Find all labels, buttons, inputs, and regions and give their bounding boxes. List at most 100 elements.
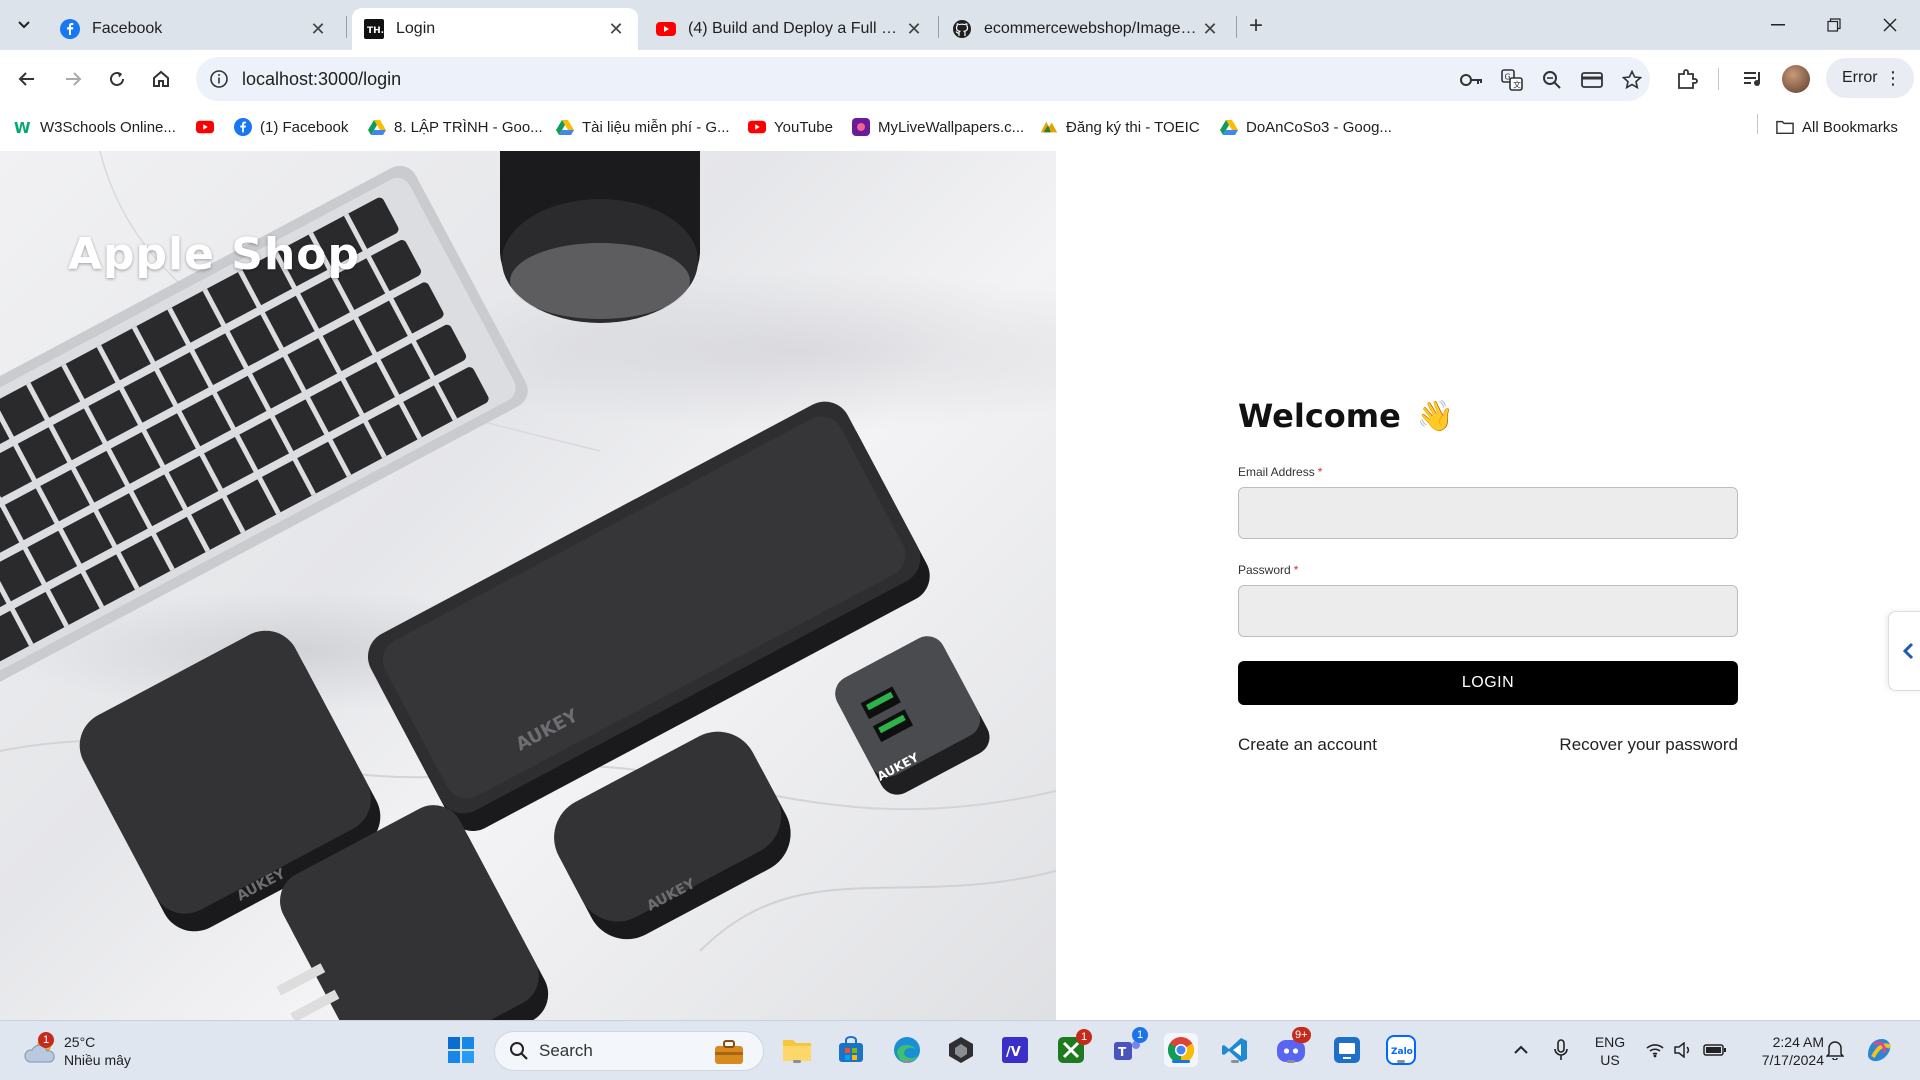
brand-logo[interactable]: Apple Shop — [68, 229, 360, 280]
playlist-icon — [1744, 72, 1760, 86]
xbox-button[interactable]: 1 — [1054, 1029, 1092, 1067]
url-text: localhost:3000/login — [242, 69, 402, 89]
bookmarks-bar: W W3Schools Online... (1) Facebook 8. LẬ… — [0, 108, 1920, 151]
profile-avatar[interactable] — [1782, 65, 1810, 93]
edge-button[interactable] — [890, 1033, 924, 1067]
site-info-icon[interactable] — [204, 64, 234, 94]
bookmark-youtube-icon-only[interactable] — [196, 118, 222, 136]
xbox-badge: 1 — [1076, 1029, 1092, 1045]
notifications-button[interactable] — [1818, 1033, 1852, 1067]
chrome-button[interactable] — [1164, 1033, 1198, 1067]
bookmark-facebook[interactable]: (1) Facebook — [234, 118, 348, 136]
bookmark-star-icon[interactable] — [1620, 69, 1644, 91]
remote-desktop-button[interactable] — [1330, 1033, 1364, 1067]
reload-button[interactable] — [100, 62, 134, 96]
show-hidden-icons-button[interactable] — [1504, 1033, 1538, 1067]
close-tab-icon[interactable]: ✕ — [308, 19, 328, 39]
side-panel-toggle[interactable] — [1888, 611, 1920, 691]
zalo-button[interactable]: Zalo — [1384, 1033, 1418, 1067]
vscode-button[interactable] — [1218, 1033, 1252, 1067]
monitor-icon — [1334, 1037, 1360, 1063]
svg-text:/V: /V — [1006, 1045, 1021, 1060]
tab-github[interactable]: ecommercewebshop/Images Di ✕ — [940, 8, 1232, 50]
forward-button[interactable] — [56, 62, 90, 96]
tab-title: Facebook — [92, 20, 163, 37]
store-icon — [839, 1036, 863, 1062]
password-field[interactable] — [1238, 585, 1738, 637]
clock[interactable]: 2:24 AM 7/17/2024 — [1744, 1033, 1824, 1069]
minimize-button[interactable] — [1750, 0, 1806, 50]
visual-studio-button[interactable]: /V — [998, 1033, 1032, 1067]
start-button[interactable] — [444, 1033, 478, 1067]
required-mark: * — [1317, 465, 1323, 479]
bookmark-toeic[interactable]: Đăng ký thi - TOEIC — [1040, 118, 1200, 136]
tab-search-button[interactable] — [6, 9, 42, 41]
profile-error-button[interactable]: Error ⋮ — [1826, 58, 1914, 98]
restore-button[interactable] — [1806, 0, 1862, 50]
password-key-icon[interactable] — [1460, 69, 1484, 91]
microphone-button[interactable] — [1544, 1033, 1578, 1067]
chevron-down-icon — [18, 21, 30, 29]
language-indicator[interactable]: ENG US — [1592, 1033, 1628, 1069]
file-explorer-button[interactable] — [780, 1033, 814, 1067]
login-button[interactable]: LOGIN — [1238, 661, 1738, 705]
battery-button[interactable] — [1698, 1033, 1732, 1067]
weather-widget[interactable]: 1 25°C Nhiều mây — [24, 1032, 131, 1069]
error-label: Error — [1842, 69, 1878, 86]
home-button[interactable] — [144, 62, 178, 96]
minimize-icon — [1771, 24, 1785, 26]
recover-password-link[interactable]: Recover your password — [1559, 735, 1738, 755]
weather-temp: 25°C — [64, 1034, 96, 1050]
unity-hub-button[interactable] — [944, 1033, 978, 1067]
language-code: ENG — [1594, 1034, 1626, 1050]
discord-button[interactable]: 9+ — [1274, 1027, 1311, 1067]
bookmark-doancoso3[interactable]: DoAnCoSo3 - Goog... — [1220, 118, 1392, 136]
tab-facebook[interactable]: Facebook ✕ — [48, 8, 340, 50]
close-tab-icon[interactable]: ✕ — [904, 19, 924, 39]
media-controls-button[interactable] — [1736, 62, 1770, 96]
taskbar-search[interactable]: Search — [494, 1031, 764, 1071]
address-bar[interactable]: localhost:3000/login G文 — [196, 57, 1650, 101]
reload-icon — [110, 71, 124, 86]
zoom-icon[interactable] — [1540, 69, 1564, 91]
tab-youtube[interactable]: (4) Build and Deploy a Full Stack ✕ — [644, 8, 936, 50]
bookmark-w3schools[interactable]: W W3Schools Online... — [14, 118, 176, 137]
microsoft-store-button[interactable] — [834, 1033, 868, 1067]
teams-button[interactable]: T 1 — [1110, 1027, 1148, 1067]
close-window-button[interactable] — [1862, 0, 1918, 50]
bookmark-mylivewallpapers[interactable]: MyLiveWallpapers.c... — [852, 118, 1024, 136]
close-tab-icon[interactable]: ✕ — [1200, 19, 1220, 39]
restore-icon — [1827, 18, 1841, 32]
more-menu-icon[interactable]: ⋮ — [1884, 68, 1902, 89]
youtube-icon — [196, 118, 214, 136]
login-form: Welcome 👋 Email Address * Password * LOGIN… — [1238, 397, 1738, 755]
bookmark-label: MyLiveWallpapers.c... — [878, 118, 1025, 136]
discord-badge: 9+ — [1292, 1027, 1311, 1043]
bookmark-tai-lieu[interactable]: Tài liệu miễn phí - G... — [556, 118, 730, 136]
bookmark-label: W3Schools Online... — [40, 118, 176, 136]
tab-title: Login — [396, 20, 436, 37]
tab-separator — [938, 16, 939, 38]
region-code: US — [1600, 1052, 1620, 1068]
extensions-button[interactable] — [1670, 62, 1704, 96]
all-bookmarks-button[interactable]: All Bookmarks — [1776, 118, 1898, 136]
tab-login[interactable]: TH. Login ✕ — [352, 8, 638, 50]
bookmark-lap-trinh[interactable]: 8. LẬP TRÌNH - Goo... — [368, 118, 543, 136]
tab-title: (4) Build and Deploy a Full Stack — [688, 20, 904, 37]
create-account-link[interactable]: Create an account — [1238, 735, 1377, 755]
close-tab-icon[interactable]: ✕ — [606, 19, 626, 39]
translate-icon[interactable]: G文 — [1500, 69, 1524, 91]
volume-button[interactable] — [1666, 1033, 1700, 1067]
puzzle-icon — [1678, 69, 1698, 89]
search-placeholder: Search — [539, 1041, 593, 1060]
bookmark-youtube[interactable]: YouTube — [748, 118, 833, 136]
th-icon: TH. — [364, 19, 384, 39]
payment-card-icon[interactable] — [1580, 69, 1604, 91]
copilot-button[interactable] — [1862, 1033, 1896, 1067]
back-button[interactable] — [10, 62, 44, 96]
new-tab-button[interactable]: + — [1240, 12, 1272, 40]
windows-taskbar: 1 25°C Nhiều mây Search /V 1 T 1 9+ Zalo… — [0, 1020, 1920, 1080]
email-field[interactable] — [1238, 487, 1738, 539]
form-links: Create an account Recover your password — [1238, 735, 1738, 755]
password-label-text: Password — [1238, 563, 1291, 577]
